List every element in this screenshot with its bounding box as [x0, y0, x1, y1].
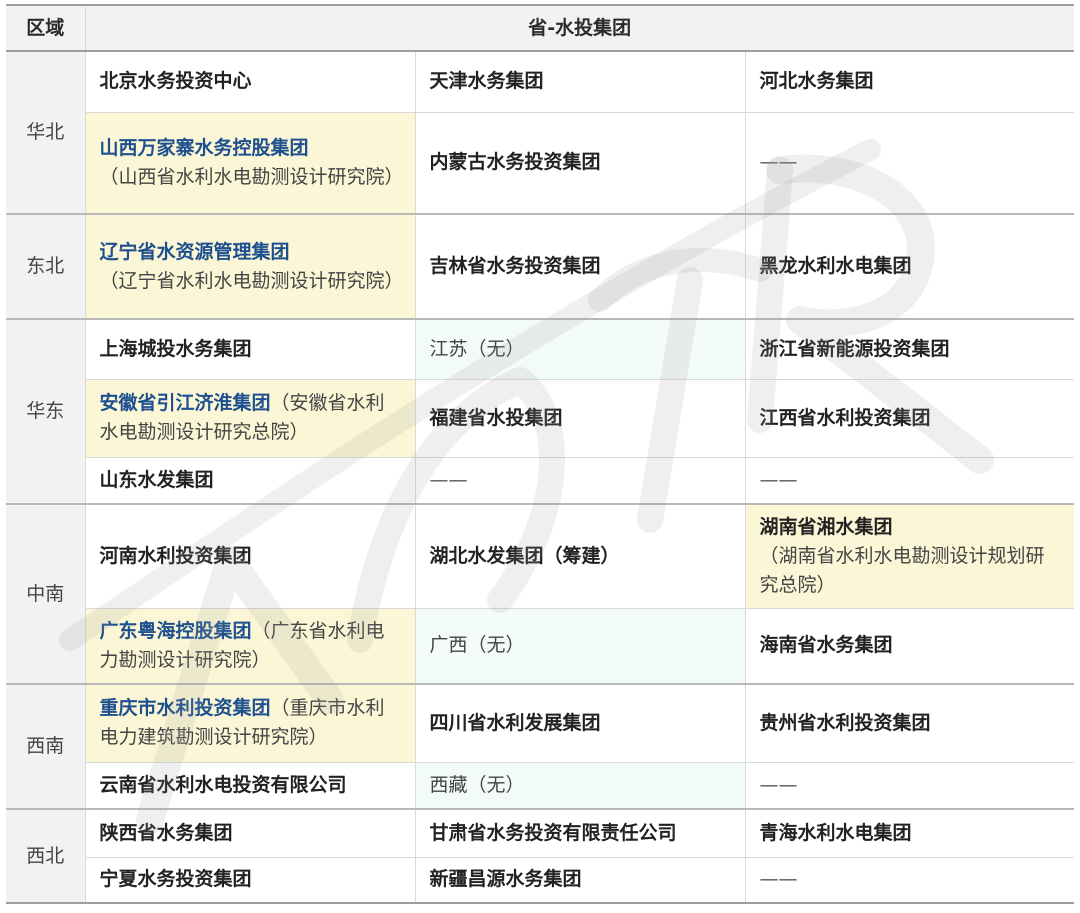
table-row: 宁夏水务投资集团 新疆昌源水务集团 —— — [6, 857, 1074, 904]
company-name: 贵州省水利投资集团 — [759, 711, 931, 734]
company-name: 山东水发集团 — [99, 468, 214, 491]
table-cell: 吉林省水务投资集团 — [415, 214, 746, 320]
empty-dash: —— — [759, 468, 798, 491]
table-cell: 内蒙古水务投资集团 — [415, 112, 746, 215]
table-cell: 福建省水投集团 — [415, 379, 746, 458]
table-cell: 云南省水利水电投资有限公司 — [85, 762, 416, 810]
company-name: 福建省水投集团 — [429, 406, 563, 429]
company-name: 广东粤海控股集团 — [99, 619, 252, 642]
table-cell: 山西万家寨水务控股集团 （山西省水利水电勘测设计研究院） — [85, 112, 416, 215]
company-name: 重庆市水利投资集团 — [99, 697, 271, 720]
company-name: 广西（无） — [429, 634, 525, 657]
company-name: 江苏（无） — [429, 337, 525, 360]
company-name: 河北水务集团 — [759, 70, 874, 93]
table-cell: 河南水利投资集团 — [85, 504, 416, 609]
table-cell: 陕西省水务集团 — [85, 809, 416, 858]
table-cell: 北京水务投资中心 — [85, 51, 416, 113]
table-row: 安徽省引江济淮集团（安徽省水利水电勘测设计研究总院） 福建省水投集团 江西省水利… — [6, 379, 1074, 458]
table-cell: 新疆昌源水务集团 — [415, 857, 746, 904]
company-name: 宁夏水务投资集团 — [99, 868, 252, 891]
table-cell: 西藏（无） — [415, 762, 746, 810]
company-name: 陕西省水务集团 — [99, 821, 233, 844]
company-name: 河南水利投资集团 — [99, 544, 252, 567]
company-name: 甘肃省水务投资有限责任公司 — [429, 821, 677, 844]
region-label: 西南 — [6, 684, 86, 810]
company-name: 西藏（无） — [429, 773, 525, 796]
table-cell: 江苏（无） — [415, 319, 746, 380]
table-cell: 青海水利水电集团 — [745, 809, 1074, 858]
table-row: 山东水发集团 —— —— — [6, 457, 1074, 505]
region-label: 中南 — [6, 504, 86, 685]
empty-dash: —— — [759, 151, 798, 174]
table-cell: 上海城投水务集团 — [85, 319, 416, 380]
table-cell: 辽宁省水资源管理集团 （辽宁省水利水电勘测设计研究院） — [85, 214, 416, 320]
region-label: 华北 — [6, 51, 86, 215]
table-row: 华北 北京水务投资中心 天津水务集团 河北水务集团 — [6, 51, 1074, 215]
table-cell: —— — [745, 457, 1074, 505]
table-cell: 湖南省湘水集团 （湖南省水利水电勘测设计规划研究总院） — [745, 504, 1074, 609]
table-header-row: 区域 省-水投集团 — [6, 6, 1074, 52]
empty-dash: —— — [759, 868, 798, 891]
region-label: 华东 — [6, 319, 86, 505]
table-cell: 重庆市水利投资集团（重庆市水利电力建筑勘测设计研究院） — [85, 684, 416, 763]
table-cell: 山东水发集团 — [85, 457, 416, 505]
header-region: 区域 — [6, 6, 86, 52]
company-name: 安徽省引江济淮集团 — [99, 392, 271, 414]
company-name: 辽宁省水资源管理集团 — [99, 240, 290, 263]
company-name: 上海城投水务集团 — [99, 337, 252, 360]
company-note: （湖南省水利水电勘测设计规划研究总院） — [759, 544, 1045, 596]
company-name: 浙江省新能源投资集团 — [759, 337, 950, 360]
company-name: 湖北水发集团（筹建） — [429, 544, 620, 567]
table-row: 中南 河南水利投资集团 湖北水发集团（筹建） 湖南省湘水集团 （湖南省水利水电勘测… — [6, 504, 1074, 685]
table-cell: 浙江省新能源投资集团 — [745, 319, 1074, 380]
company-name: 云南省水利水电投资有限公司 — [99, 773, 347, 796]
company-name: 黑龙水利水电集团 — [759, 255, 912, 277]
table-cell: —— — [415, 457, 746, 505]
table-cell: 甘肃省水务投资有限责任公司 — [415, 809, 746, 858]
company-name: 青海水利水电集团 — [759, 821, 912, 844]
company-name: 江西省水利投资集团 — [759, 406, 931, 429]
region-label: 东北 — [6, 214, 86, 320]
company-name: 内蒙古水务投资集团 — [429, 151, 601, 174]
header-group: 省-水投集团 — [85, 6, 1074, 52]
table-row: 华东 上海城投水务集团 江苏（无） 浙江省新能源投资集团 — [6, 319, 1074, 505]
region-label: 西北 — [6, 809, 86, 904]
table-cell: 广东粤海控股集团（广东省水利电力勘测设计研究院） — [85, 608, 416, 685]
table-cell: 海南省水务集团 — [745, 608, 1074, 685]
company-name: 新疆昌源水务集团 — [429, 868, 582, 891]
company-note: （辽宁省水利水电勘测设计研究院） — [99, 269, 404, 292]
table-row: 广东粤海控股集团（广东省水利电力勘测设计研究院） 广西（无） 海南省水务集团 — [6, 608, 1074, 685]
table-row: 东北 辽宁省水资源管理集团 （辽宁省水利水电勘测设计研究院） 吉林省水务投资集团 … — [6, 214, 1074, 320]
table-cell: 安徽省引江济淮集团（安徽省水利水电勘测设计研究总院） — [85, 379, 416, 458]
table-cell: —— — [745, 857, 1074, 904]
table-cell: 河北水务集团 — [745, 51, 1074, 113]
table-cell: 四川省水利发展集团 — [415, 684, 746, 763]
company-name: 吉林省水务投资集团 — [429, 255, 601, 277]
table-cell: —— — [745, 112, 1074, 215]
empty-dash: —— — [759, 773, 798, 796]
table-row: 西南 重庆市水利投资集团（重庆市水利电力建筑勘测设计研究院） 四川省水利发展集团… — [6, 684, 1074, 810]
water-investment-table: 区域 省-水投集团 华北 北京水务投资中心 天津水务集团 河北水务集团 山西万家… — [6, 6, 1074, 904]
table-row: 云南省水利水电投资有限公司 西藏（无） —— — [6, 762, 1074, 810]
table-cell: 广西（无） — [415, 608, 746, 685]
table-cell: 湖北水发集团（筹建） — [415, 504, 746, 609]
table-row: 西北 陕西省水务集团 甘肃省水务投资有限责任公司 青海水利水电集团 — [6, 809, 1074, 904]
company-name: 湖南省湘水集团 — [759, 515, 893, 538]
table-cell: 江西省水利投资集团 — [745, 379, 1074, 458]
company-name: 北京水务投资中心 — [99, 70, 252, 93]
table-cell: 天津水务集团 — [415, 51, 746, 113]
table-cell: 黑龙水利水电集团 — [745, 214, 1074, 320]
table-wrapper: 区域 省-水投集团 华北 北京水务投资中心 天津水务集团 河北水务集团 山西万家… — [6, 6, 1074, 904]
table-cell: 宁夏水务投资集团 — [85, 857, 416, 904]
table-cell: —— — [745, 762, 1074, 810]
company-name: 海南省水务集团 — [759, 634, 893, 657]
company-name: 山西万家寨水务控股集团 — [99, 136, 309, 159]
table-row: 山西万家寨水务控股集团 （山西省水利水电勘测设计研究院） 内蒙古水务投资集团 —— — [6, 112, 1074, 215]
company-name: 四川省水利发展集团 — [429, 711, 601, 734]
table-cell: 贵州省水利投资集团 — [745, 684, 1074, 763]
empty-dash: —— — [429, 468, 468, 491]
company-name: 天津水务集团 — [429, 70, 544, 93]
company-note: （山西省水利水电勘测设计研究院） — [99, 165, 404, 188]
